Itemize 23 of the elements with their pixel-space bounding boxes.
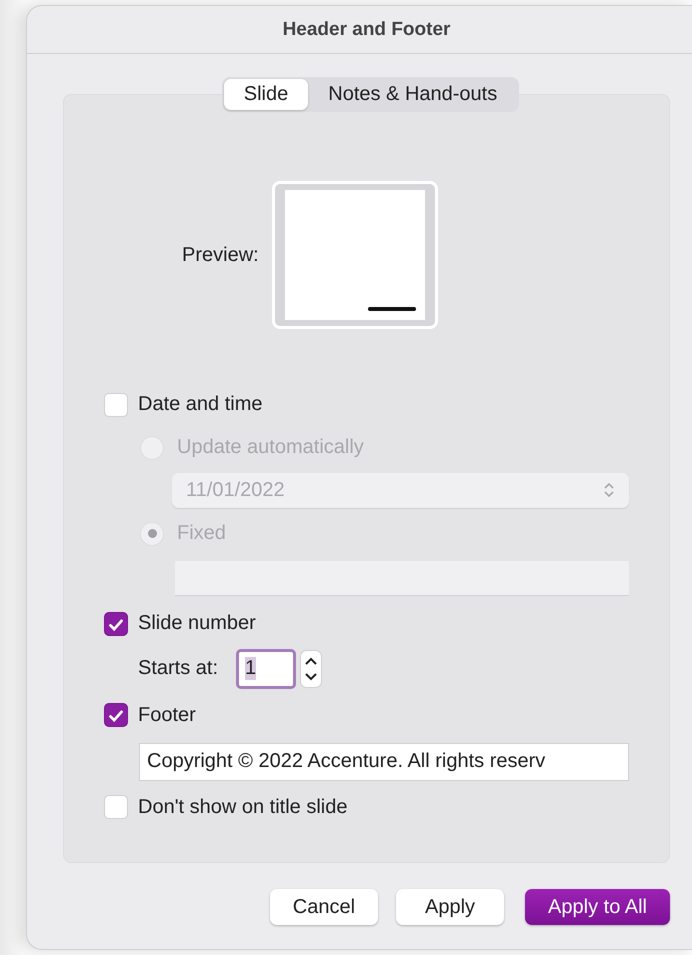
radio-label: Fixed — [177, 522, 226, 545]
preview-label: Preview: — [182, 244, 259, 266]
tab[interactable]: Slide — [224, 79, 308, 110]
radio-label: Update automatically — [177, 436, 364, 459]
checkbox[interactable] — [104, 703, 128, 727]
date-input-field[interactable] — [175, 560, 629, 596]
chevron-updown-icon — [603, 481, 615, 499]
checkbox-label: Date and time — [138, 393, 263, 416]
footer-text-field[interactable]: Copyright © 2022 Accenture. All rights reserv — [139, 742, 629, 780]
button[interactable]: Cancel — [270, 889, 378, 925]
button[interactable]: Apply — [396, 889, 504, 925]
checkbox-label: Slide number — [138, 612, 256, 635]
checkbox-label: Don't show on title slide — [138, 796, 348, 818]
tab[interactable]: Notes & Hand-outs — [308, 79, 518, 110]
stepper-icon[interactable] — [300, 650, 322, 688]
primary-button[interactable]: Apply to All — [525, 889, 670, 925]
checkbox[interactable] — [104, 612, 128, 636]
starts-at-label: Starts at: — [138, 657, 218, 680]
checkbox-label: Footer — [138, 704, 196, 726]
number-field[interactable]: 1 — [236, 648, 296, 688]
radio-button[interactable] — [140, 522, 164, 546]
slide-number-placeholder-line — [368, 307, 416, 311]
window-title: Header and Footer — [282, 18, 450, 40]
